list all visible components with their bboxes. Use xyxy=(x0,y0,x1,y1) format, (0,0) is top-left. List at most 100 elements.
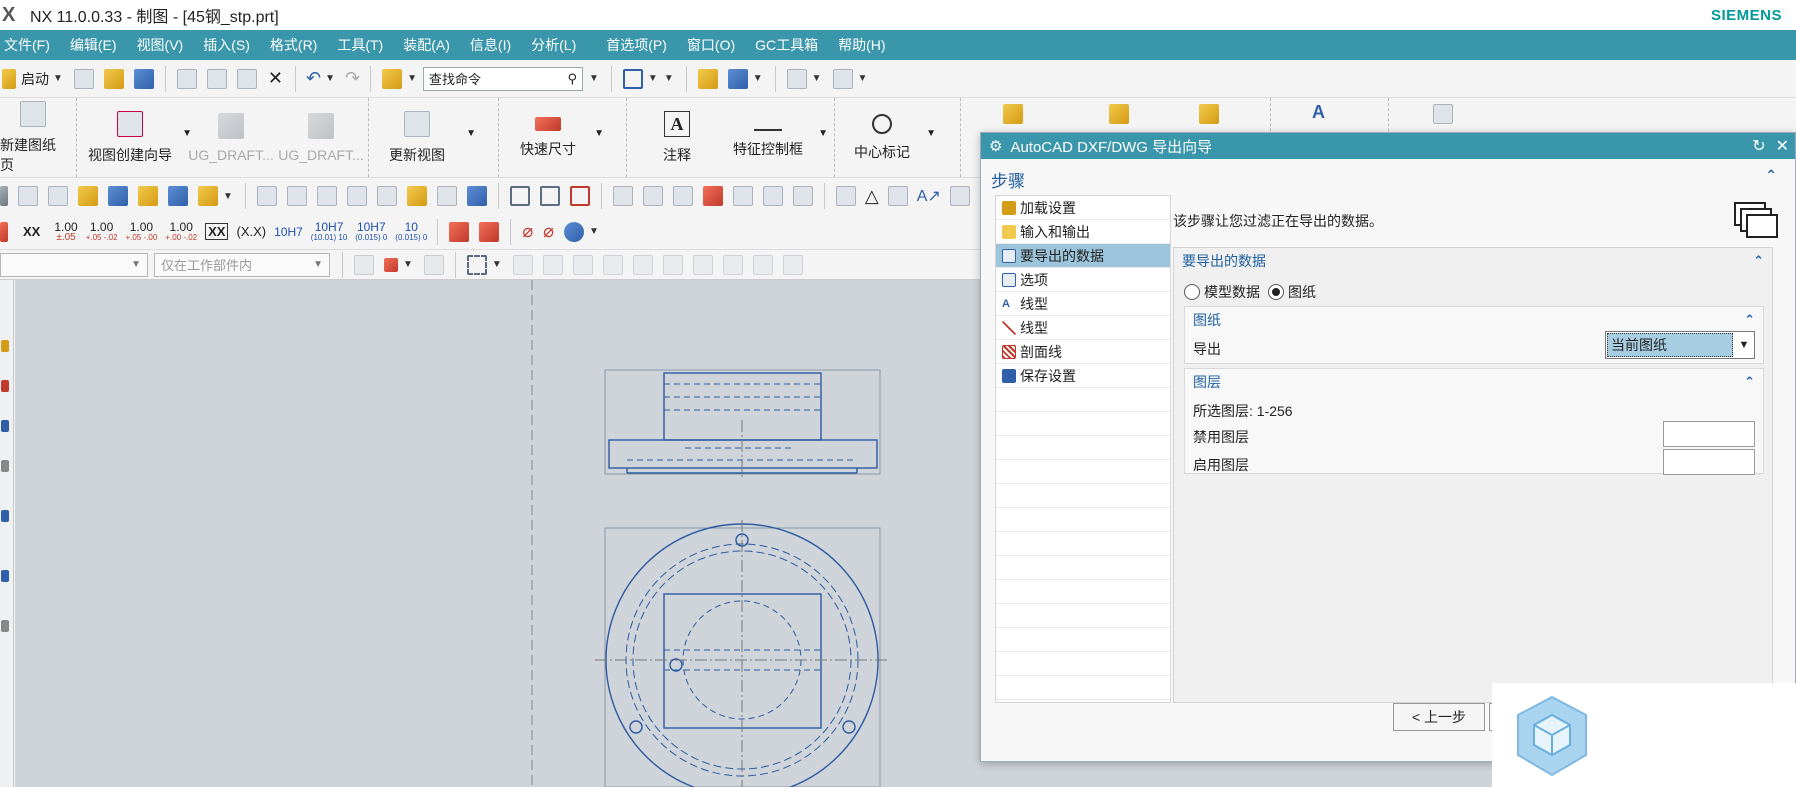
stack-icon[interactable] xyxy=(18,186,38,206)
break-view-icon[interactable] xyxy=(569,186,590,206)
resource-icon[interactable] xyxy=(1,570,9,582)
command-search-input[interactable]: 查找命令 ⚲ xyxy=(423,66,583,91)
gear-icon[interactable]: ⚙ xyxy=(989,137,1002,155)
style-icon[interactable] xyxy=(0,221,8,242)
delete-icon[interactable]: ✕ xyxy=(268,68,283,89)
dimension-icon-2[interactable] xyxy=(642,186,663,206)
snap-icon-10[interactable] xyxy=(782,254,803,275)
resource-icon[interactable] xyxy=(1,420,9,432)
snap-icon-6[interactable] xyxy=(662,254,683,275)
weld-symbol-icon[interactable] xyxy=(1003,104,1023,124)
snap-icon-5[interactable] xyxy=(632,254,653,275)
step-save-settings[interactable]: 保存设置 xyxy=(996,364,1170,388)
view-icon-2[interactable] xyxy=(286,186,307,206)
drawing-radio[interactable]: 图纸 xyxy=(1268,282,1316,302)
chevron-down-icon[interactable]: ▼ xyxy=(664,73,674,84)
resource-icon[interactable] xyxy=(1,460,9,472)
menu-help[interactable]: 帮助(H) xyxy=(828,35,895,55)
ruler-icon[interactable] xyxy=(832,68,853,89)
menu-assembly[interactable]: 装配(A) xyxy=(393,35,460,55)
chevron-down-icon[interactable]: ▼ xyxy=(223,191,233,202)
layer-group-header[interactable]: 图层 ⌃ xyxy=(1185,369,1763,395)
enabled-layers-input[interactable] xyxy=(1663,449,1755,475)
reset-icon[interactable]: ↻ xyxy=(1752,136,1765,156)
tolerance-button-3[interactable]: 1.00 +.05 -.00 xyxy=(126,221,158,243)
hand-icon[interactable] xyxy=(78,186,98,206)
tool-icon[interactable] xyxy=(138,186,158,206)
step-linetype-1[interactable]: A 线型 xyxy=(996,292,1170,316)
dimension-icon-6[interactable] xyxy=(762,186,783,206)
paste-icon[interactable] xyxy=(236,68,257,89)
dimension-icon-1[interactable] xyxy=(612,186,633,206)
resource-icon[interactable] xyxy=(1,510,9,522)
chevron-down-icon[interactable]: ▼ xyxy=(589,73,599,84)
menu-insert[interactable]: 插入(S) xyxy=(193,35,260,55)
dimension-icon-3[interactable] xyxy=(672,186,693,206)
ug-draft-button-1[interactable]: UG_DRAFT... xyxy=(188,98,274,178)
snap-icon-4[interactable] xyxy=(602,254,623,275)
copy-icon[interactable] xyxy=(206,68,227,89)
radius-icon[interactable] xyxy=(479,221,500,242)
menu-file[interactable]: 文件(F) xyxy=(0,35,60,55)
triangle-icon[interactable]: △ xyxy=(865,186,879,207)
snap-icon-3[interactable] xyxy=(572,254,593,275)
snap-icon-2[interactable] xyxy=(542,254,563,275)
arrow-icon[interactable] xyxy=(949,186,970,206)
cut-icon[interactable] xyxy=(176,68,197,89)
menu-format[interactable]: 格式(R) xyxy=(260,35,327,55)
slope-icon[interactable] xyxy=(449,221,470,242)
xx-format-button[interactable]: XX xyxy=(23,224,40,239)
section-header[interactable]: 要导出的数据 ⌃ xyxy=(1174,248,1772,274)
layer-icon[interactable] xyxy=(0,186,8,206)
resource-icon[interactable] xyxy=(1,340,9,352)
chevron-down-icon[interactable]: ▼ xyxy=(466,128,476,139)
fit-button-3[interactable]: 10H7 (0.015) 0 xyxy=(355,221,387,243)
tolerance-button-1[interactable]: 1.00 ±.05 xyxy=(54,221,77,243)
fit-button-4[interactable]: 10 (0.015) 0 xyxy=(395,221,427,243)
start-button[interactable]: 启动 xyxy=(21,69,49,89)
start-icon[interactable] xyxy=(2,68,16,89)
select-icon-3[interactable] xyxy=(423,254,444,275)
menu-analysis[interactable]: 分析(L) xyxy=(521,35,596,55)
back-button[interactable]: < 上一步 xyxy=(1393,703,1485,731)
chevron-down-icon[interactable]: ▼ xyxy=(407,73,417,84)
view-icon-3[interactable] xyxy=(316,186,337,206)
chevron-down-icon[interactable]: ▼ xyxy=(325,73,335,84)
detail-view-icon[interactable] xyxy=(539,186,560,206)
abc-tag-icon[interactable] xyxy=(198,186,218,206)
hammer-icon[interactable] xyxy=(108,186,128,206)
chevron-down-icon[interactable]: ▼ xyxy=(589,226,599,237)
view-creation-wizard-button[interactable]: 视图创建向导 ▼ xyxy=(82,98,192,178)
note-button[interactable]: A 注释 xyxy=(648,98,706,178)
grid-icon[interactable] xyxy=(786,68,807,89)
collapse-icon[interactable]: ⌃ xyxy=(1765,167,1777,184)
collapse-icon[interactable]: ⌃ xyxy=(1744,374,1755,390)
view-icon-4[interactable] xyxy=(346,186,367,206)
step-hatch[interactable]: 剖面线 xyxy=(996,340,1170,364)
feature-control-frame-button[interactable]: 特征控制框 ▼ xyxy=(726,98,828,178)
menu-gc-toolbox[interactable]: GC工具箱 xyxy=(745,35,828,55)
dimension-icon-4[interactable] xyxy=(702,186,723,206)
collapse-icon[interactable]: ⌃ xyxy=(1753,253,1764,269)
ug-draft-button-2[interactable]: UG_DRAFT... xyxy=(278,98,364,178)
rapid-dimension-button[interactable]: 快速尺寸 ▼ xyxy=(508,98,604,178)
surface-finish-icon[interactable] xyxy=(1109,104,1129,124)
select-icon-2[interactable] xyxy=(384,257,398,272)
menu-preferences[interactable]: 首选项(P) xyxy=(596,35,677,55)
undo-icon[interactable]: ↶ xyxy=(306,68,321,89)
snap-icon-9[interactable] xyxy=(752,254,773,275)
assembly-icon[interactable] xyxy=(168,186,188,206)
snap-icon-7[interactable] xyxy=(692,254,713,275)
grid-table-icon[interactable] xyxy=(887,186,908,206)
disabled-layers-input[interactable] xyxy=(1663,421,1755,447)
chevron-down-icon[interactable]: ▼ xyxy=(812,73,822,84)
update-view-button[interactable]: 更新视图 ▼ xyxy=(376,98,476,178)
menu-view[interactable]: 视图(V) xyxy=(127,35,194,55)
diameter-icon-1[interactable]: ⌀ xyxy=(522,221,533,242)
model-data-radio[interactable]: 模型数据 xyxy=(1184,282,1260,302)
resource-icon[interactable] xyxy=(1,620,9,632)
save-icon[interactable] xyxy=(133,68,154,89)
chevron-down-icon[interactable]: ▼ xyxy=(648,73,658,84)
menu-edit[interactable]: 编辑(E) xyxy=(60,35,127,55)
close-icon[interactable]: ✕ xyxy=(1776,136,1789,156)
